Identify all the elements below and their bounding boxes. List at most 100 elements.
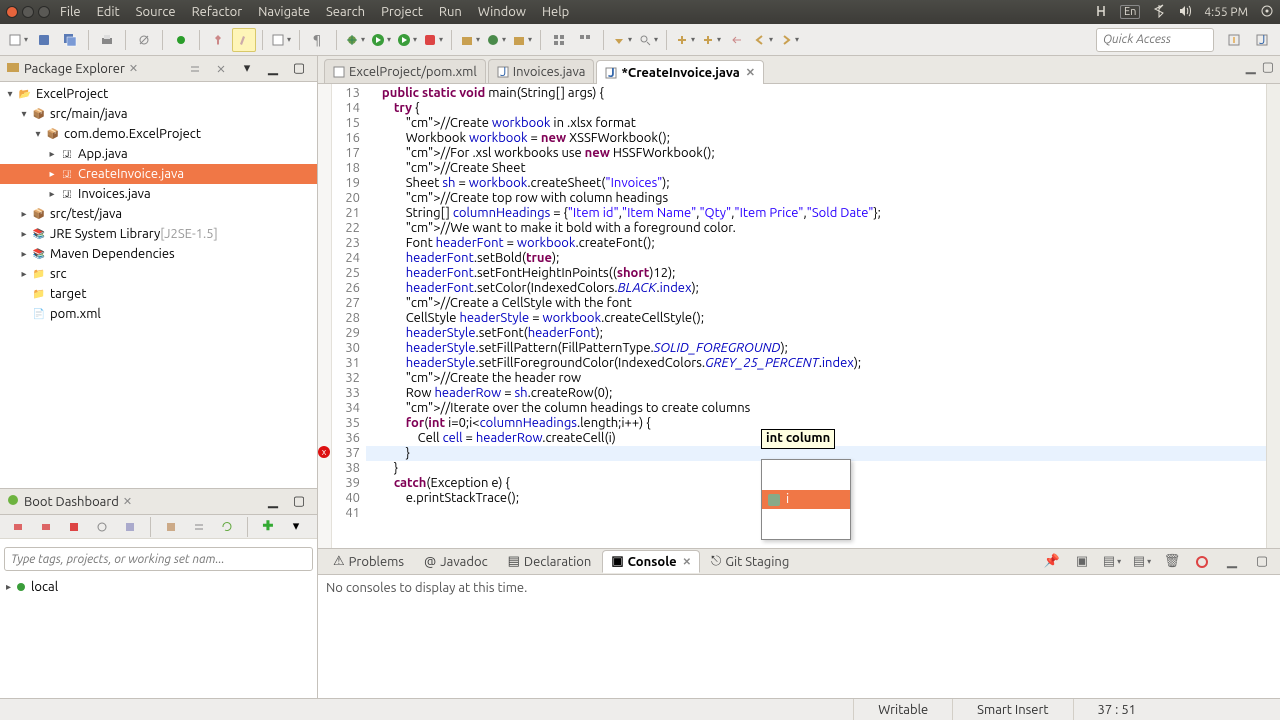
- tab-gitstaging[interactable]: ⎋Git Staging: [702, 550, 798, 573]
- tab-javadoc[interactable]: @Javadoc: [415, 551, 497, 573]
- quick-access[interactable]: [1096, 28, 1214, 52]
- console-pin-button[interactable]: 📌: [1040, 550, 1064, 574]
- volume-icon[interactable]: [1178, 4, 1192, 21]
- console-open-button[interactable]: ▤: [1100, 550, 1124, 574]
- open-type-button[interactable]: [269, 28, 293, 52]
- close-view-icon[interactable]: ✕: [129, 62, 138, 75]
- maven-deps-node[interactable]: ▸📚Maven Dependencies: [0, 244, 317, 264]
- boot-restart-button[interactable]: [34, 515, 58, 539]
- target-folder-node[interactable]: 📁target: [0, 284, 317, 304]
- boot-minimize-button[interactable]: ▁: [261, 490, 285, 514]
- toggle-whitespace-button[interactable]: ¶: [306, 28, 330, 52]
- file-invoices[interactable]: ▸🇯Invoices.java: [0, 184, 317, 204]
- new-class-button[interactable]: [484, 28, 508, 52]
- close-tab-icon[interactable]: ✕: [746, 66, 755, 79]
- collapse-button[interactable]: [573, 28, 597, 52]
- src-test-node[interactable]: ▸📦src/test/java: [0, 204, 317, 224]
- tab-problems[interactable]: ⚠Problems: [324, 550, 413, 573]
- boot-collapse-button[interactable]: [187, 515, 211, 539]
- menu-refactor[interactable]: Refactor: [192, 5, 243, 19]
- boot-filter-button[interactable]: [159, 515, 183, 539]
- search-button[interactable]: [636, 28, 660, 52]
- back-button[interactable]: [751, 28, 775, 52]
- pom-file-node[interactable]: 📄pom.xml: [0, 304, 317, 324]
- package-explorer-tree[interactable]: ▾📂ExcelProject ▾📦src/main/java ▾📦com.dem…: [0, 82, 317, 488]
- next-annotation-button[interactable]: [699, 28, 723, 52]
- menu-navigate[interactable]: Navigate: [258, 5, 310, 19]
- code-area[interactable]: public static void main(String[] args) {…: [366, 84, 1266, 548]
- menu-search[interactable]: Search: [326, 5, 365, 19]
- boot-start-button[interactable]: [6, 515, 30, 539]
- skip-breakpoints-button[interactable]: [132, 28, 156, 52]
- menu-window[interactable]: Window: [478, 5, 526, 19]
- maximize-view-button[interactable]: ▢: [287, 57, 311, 81]
- minimize-window-btn[interactable]: [22, 6, 34, 18]
- autocomplete-popup[interactable]: i: [761, 459, 851, 540]
- view-menu-button[interactable]: ▾: [235, 57, 259, 81]
- console-display-button[interactable]: ▣: [1070, 550, 1094, 574]
- coverage-summary-button[interactable]: [1190, 550, 1214, 574]
- filter-button[interactable]: [610, 28, 634, 52]
- console-clear-button[interactable]: 🗑: [1160, 550, 1184, 574]
- menu-file[interactable]: File: [60, 5, 81, 19]
- debug-button[interactable]: [343, 28, 367, 52]
- save-button[interactable]: [32, 28, 56, 52]
- external-tools-button[interactable]: [421, 28, 445, 52]
- code-editor[interactable]: x 13141516171819202122232425262728293031…: [318, 84, 1280, 548]
- tab-pom[interactable]: ExcelProject/pom.xml: [324, 59, 486, 83]
- minimize-view-button[interactable]: ▁: [261, 57, 285, 81]
- run-button[interactable]: [369, 28, 393, 52]
- clock[interactable]: 4:55 PM: [1204, 6, 1248, 19]
- src-folder-node[interactable]: ▸📁src: [0, 264, 317, 284]
- boot-maximize-button[interactable]: ▢: [287, 490, 311, 514]
- boot-add-button[interactable]: ✚: [256, 515, 280, 539]
- tab-console[interactable]: ▣Console✕: [602, 550, 700, 573]
- annotations-button[interactable]: [673, 28, 697, 52]
- overview-ruler[interactable]: [1266, 84, 1280, 548]
- maximize-editor-button[interactable]: ▢: [1262, 60, 1274, 75]
- boot-stop-button[interactable]: [62, 515, 86, 539]
- src-main-node[interactable]: ▾📦src/main/java: [0, 104, 317, 124]
- menu-source[interactable]: Source: [136, 5, 176, 19]
- file-createinvoice[interactable]: ▸🇯CreateInvoice.java: [0, 164, 317, 184]
- menu-run[interactable]: Run: [439, 5, 462, 19]
- save-all-button[interactable]: [58, 28, 82, 52]
- bottom-maximize-button[interactable]: ▢: [1250, 550, 1274, 574]
- maximize-window-btn[interactable]: [38, 6, 50, 18]
- menu-project[interactable]: Project: [381, 5, 423, 19]
- menu-help[interactable]: Help: [542, 5, 569, 19]
- close-console-icon[interactable]: ✕: [683, 556, 691, 568]
- quick-access-input[interactable]: [1096, 28, 1214, 52]
- new-button[interactable]: [6, 28, 30, 52]
- pin-button[interactable]: [206, 28, 230, 52]
- close-window-btn[interactable]: [6, 6, 18, 18]
- file-app[interactable]: ▸🇯App.java: [0, 144, 317, 164]
- settings-icon[interactable]: [1260, 4, 1274, 21]
- tab-createinvoice[interactable]: J *CreateInvoice.java ✕: [596, 60, 764, 84]
- tab-declaration[interactable]: ▤Declaration: [499, 550, 601, 573]
- bluetooth-icon[interactable]: [1152, 4, 1166, 21]
- package-node[interactable]: ▾📦com.demo.ExcelProject: [0, 124, 317, 144]
- autocomplete-item[interactable]: i: [762, 490, 850, 509]
- boot-local-node[interactable]: ▸ local: [6, 577, 311, 597]
- java-perspective-button[interactable]: J: [1250, 28, 1274, 52]
- expand-button[interactable]: [547, 28, 571, 52]
- tab-invoices[interactable]: J Invoices.java: [488, 59, 595, 83]
- forward-button[interactable]: [777, 28, 801, 52]
- menu-edit[interactable]: Edit: [97, 5, 120, 19]
- close-boot-icon[interactable]: ✕: [123, 495, 132, 508]
- minimize-editor-button[interactable]: ▁: [1246, 60, 1256, 75]
- new-java-button[interactable]: [510, 28, 534, 52]
- boot-menu-button[interactable]: ▾: [284, 515, 308, 539]
- print-button[interactable]: [95, 28, 119, 52]
- console-new-button[interactable]: ▤: [1130, 550, 1154, 574]
- error-marker-icon[interactable]: x: [318, 446, 330, 458]
- network-icon[interactable]: [1094, 4, 1108, 21]
- jre-node[interactable]: ▸📚JRE System Library [J2SE-1.5]: [0, 224, 317, 244]
- highlight-button[interactable]: [232, 28, 256, 52]
- boot-open-button[interactable]: [90, 515, 114, 539]
- bottom-minimize-button[interactable]: ▁: [1220, 550, 1244, 574]
- link-editor-button[interactable]: [209, 57, 233, 81]
- boot-config-button[interactable]: [118, 515, 142, 539]
- language-indicator[interactable]: En: [1120, 5, 1140, 19]
